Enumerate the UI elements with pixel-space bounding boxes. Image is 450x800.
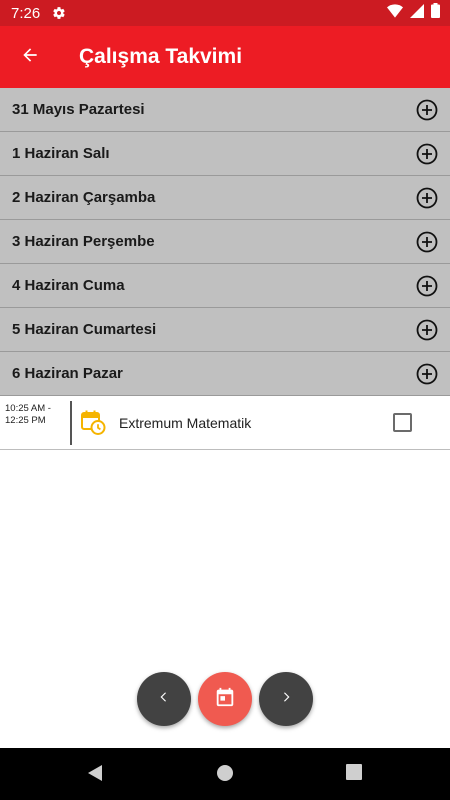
- chevron-right-icon: [279, 690, 293, 709]
- previous-week-button[interactable]: [137, 672, 191, 726]
- add-circle-icon[interactable]: [416, 99, 438, 121]
- add-circle-icon[interactable]: [416, 143, 438, 165]
- day-row[interactable]: 6 Haziran Pazar: [0, 352, 450, 396]
- signal-icon: [410, 3, 424, 23]
- day-label: 1 Haziran Salı: [12, 145, 110, 162]
- status-time: 7:26: [11, 4, 41, 22]
- next-week-button[interactable]: [259, 672, 313, 726]
- day-label: 5 Haziran Cumartesi: [12, 321, 157, 338]
- day-label: 3 Haziran Perşembe: [12, 233, 155, 250]
- day-row[interactable]: 3 Haziran Perşembe: [0, 220, 450, 264]
- home-circle-icon[interactable]: [216, 764, 234, 787]
- add-circle-icon[interactable]: [416, 319, 438, 341]
- day-label: 6 Haziran Pazar: [12, 365, 123, 382]
- add-circle-icon[interactable]: [416, 187, 438, 209]
- event-time-start: 10:25 AM -: [5, 403, 51, 414]
- arrow-back-icon: [20, 45, 40, 70]
- day-row[interactable]: 31 Mayıs Pazartesi: [0, 88, 450, 132]
- day-label: 31 Mayıs Pazartesi: [12, 101, 145, 118]
- back-triangle-icon[interactable]: [86, 764, 104, 787]
- day-row[interactable]: 2 Haziran Çarşamba: [0, 176, 450, 220]
- event-row[interactable]: 10:25 AM - 12:25 PM Extremum Matematik: [0, 397, 450, 450]
- event-divider: [70, 401, 72, 445]
- status-bar: 7:26: [0, 0, 450, 26]
- app-bar: Çalışma Takvimi: [0, 26, 450, 88]
- event-time-end: 12:25 PM: [5, 414, 46, 426]
- calendar-button[interactable]: [198, 672, 252, 726]
- day-row[interactable]: 4 Haziran Cuma: [0, 264, 450, 308]
- event-checkbox[interactable]: [393, 413, 412, 432]
- back-button[interactable]: [0, 26, 60, 88]
- recents-square-icon[interactable]: [346, 764, 362, 785]
- day-row[interactable]: 1 Haziran Salı: [0, 132, 450, 176]
- system-nav-bar: [0, 748, 450, 800]
- day-label: 4 Haziran Cuma: [12, 277, 125, 294]
- add-circle-icon[interactable]: [416, 275, 438, 297]
- wifi-icon: [387, 3, 403, 23]
- event-title: Extremum Matematik: [119, 415, 252, 431]
- battery-icon: [431, 3, 440, 23]
- day-label: 2 Haziran Çarşamba: [12, 189, 156, 206]
- calendar-icon: [214, 686, 236, 713]
- chevron-left-icon: [157, 690, 171, 709]
- add-circle-icon[interactable]: [416, 231, 438, 253]
- day-row[interactable]: 5 Haziran Cumartesi: [0, 308, 450, 352]
- gear-icon: [52, 6, 66, 20]
- day-list: 31 Mayıs Pazartesi 1 Haziran Salı 2 Hazi…: [0, 88, 450, 396]
- event-time: 10:25 AM - 12:25 PM: [5, 403, 51, 426]
- page-title: Çalışma Takvimi: [79, 45, 243, 68]
- calendar-clock-icon: [80, 409, 106, 435]
- add-circle-icon[interactable]: [416, 363, 438, 385]
